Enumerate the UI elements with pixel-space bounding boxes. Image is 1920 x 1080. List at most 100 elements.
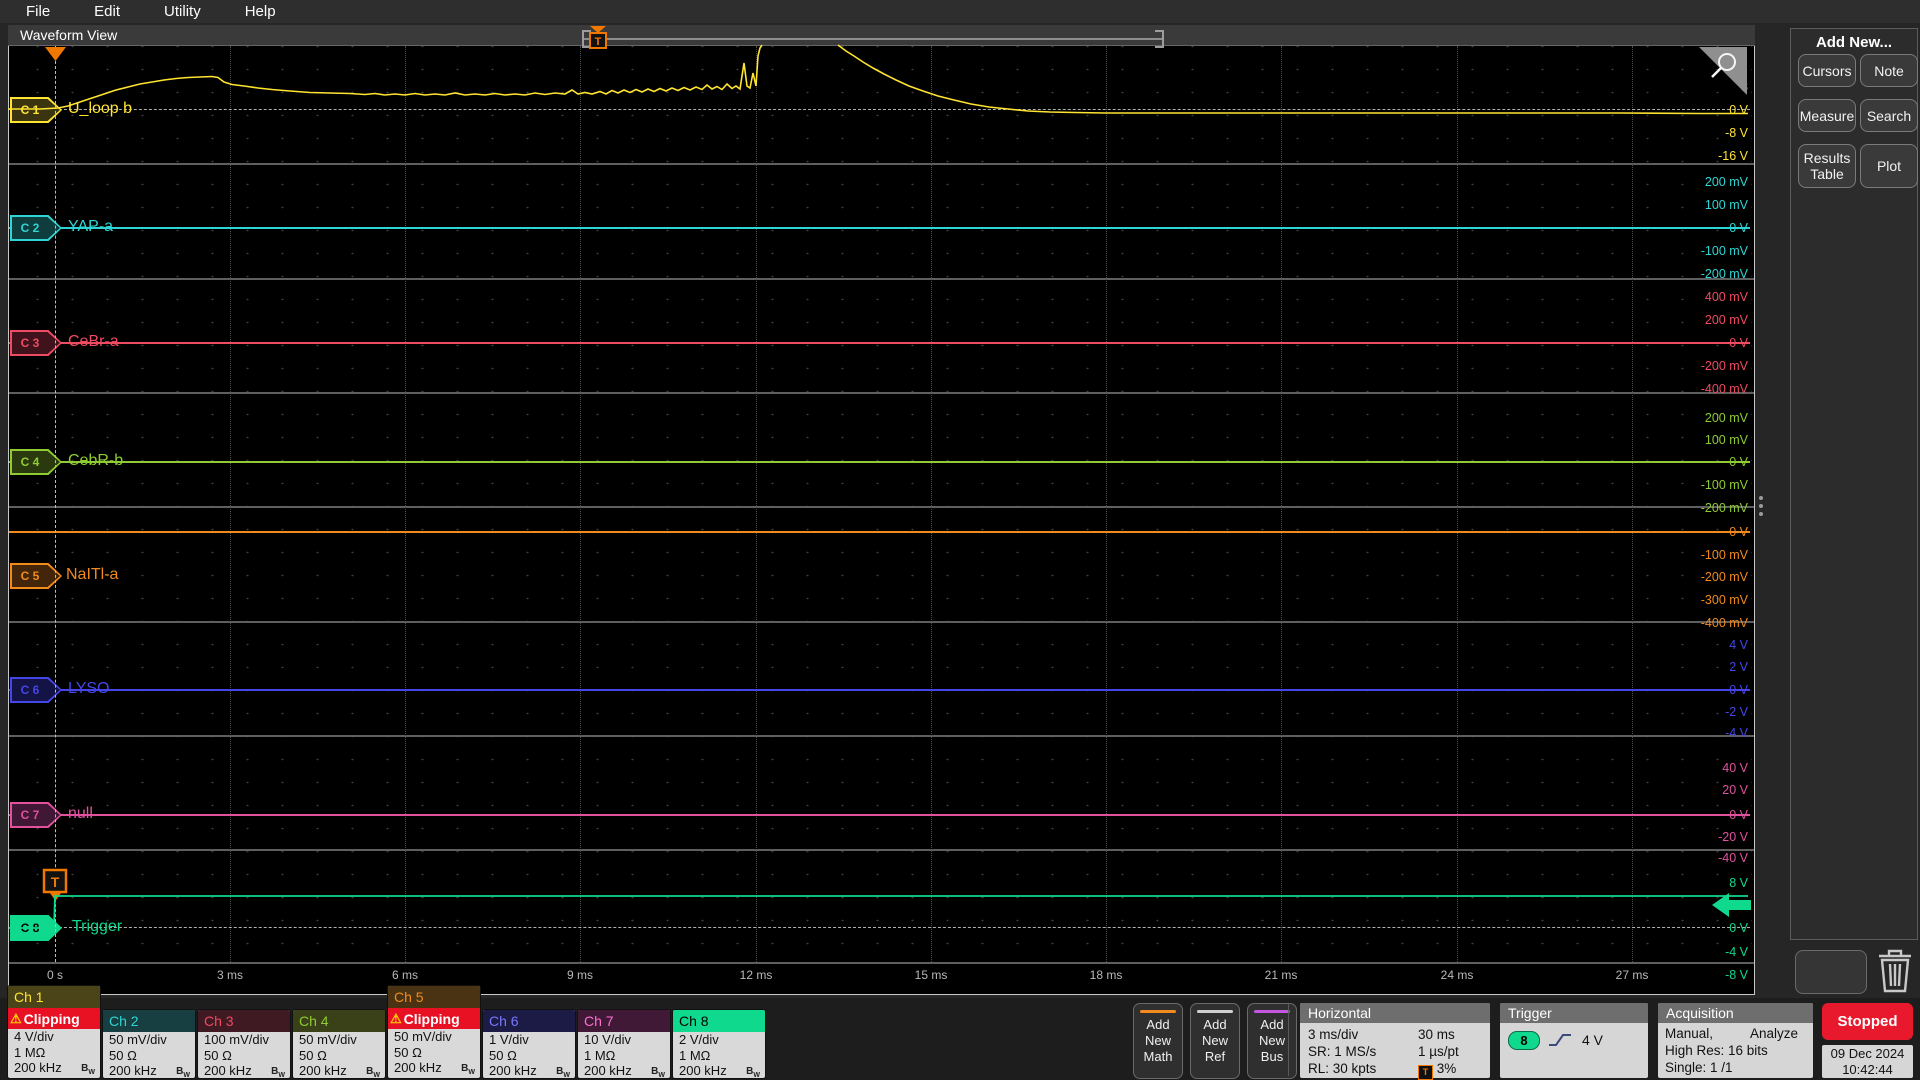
panel-resize-handle[interactable] [1759, 496, 1763, 516]
trash-icon[interactable] [1879, 951, 1911, 991]
trigger-panel-title: Trigger [1500, 1003, 1648, 1023]
datetime-display: 09 Dec 2024 10:42:44 [1822, 1045, 1913, 1078]
channel-badge-header: Ch 2 [103, 1010, 195, 1032]
channel-badge-setting: 50 Ω [198, 1048, 290, 1064]
oscilloscope-screen: FileEditUtilityHelp Waveform View 0 s3 m… [0, 0, 1920, 1080]
add-new-bus-button[interactable]: Add New Bus [1247, 1003, 1297, 1079]
channel-badge-header: Ch 1 [8, 986, 100, 1008]
button-accent-bar [1140, 1010, 1176, 1013]
channel-badge-ch1[interactable]: Ch 1⚠Clipping4 V/div1 MΩ200 kHzBW [8, 986, 100, 1078]
acquisition-single: Single: 1 /1 [1665, 1060, 1733, 1075]
channel-badge-ch2[interactable]: Ch 250 mV/div50 Ω200 kHzBW [103, 1010, 195, 1078]
horizontal-sample-rate: SR: 1 MS/s [1308, 1044, 1376, 1059]
bandwidth-limit-icon: BW [366, 1064, 380, 1078]
trigger-level-value: 4 V [1582, 1032, 1603, 1048]
channel-badge-setting: 1 MΩ [8, 1045, 100, 1061]
bandwidth-limit-icon: BW [461, 1061, 475, 1078]
channel-badge-setting: 10 V/div [578, 1032, 670, 1048]
sidebar-cursors-button[interactable]: Cursors [1798, 54, 1856, 87]
waveform-traces-svg: T T [0, 0, 1920, 1080]
channel-badge-setting: 200 kHzBW [483, 1063, 575, 1078]
warning-icon: ⚠ [390, 1011, 402, 1027]
sidebar-results-table-button[interactable]: Results Table [1798, 144, 1856, 188]
bottom-bar-divider [1288, 1004, 1289, 1076]
trigger-slope-rising-icon [1548, 1031, 1572, 1049]
acquisition-analyze: Analyze [1750, 1026, 1798, 1041]
channel-badge-header: Ch 5 [388, 986, 480, 1008]
horizontal-trigger-position: T 3% [1418, 1061, 1456, 1080]
bandwidth-limit-icon: BW [81, 1061, 95, 1078]
channel-badge-header: Ch 8 [673, 1010, 765, 1032]
channel-badge-setting: 200 kHzBW [673, 1063, 765, 1078]
acquisition-panel-title: Acquisition [1658, 1003, 1813, 1023]
ruler-trigger-marker-icon[interactable]: T [590, 26, 606, 48]
trace-c1 [838, 45, 1748, 114]
channel-badge-ch8[interactable]: Ch 82 V/div1 MΩ200 kHzBW [673, 1010, 765, 1078]
zoom-select-button[interactable] [1795, 950, 1867, 994]
bandwidth-limit-icon: BW [556, 1064, 570, 1078]
clipping-banner: ⚠Clipping [8, 1008, 100, 1029]
add-new-title: Add New... [1790, 34, 1918, 51]
channel-badge-ch6[interactable]: Ch 61 V/div50 Ω200 kHzBW [483, 1010, 575, 1078]
channel-badge-ch3[interactable]: Ch 3100 mV/div50 Ω200 kHzBW [198, 1010, 290, 1078]
channel-badge-ch5[interactable]: Ch 5⚠Clipping50 mV/div50 Ω200 kHzBW [388, 986, 480, 1078]
channel-badge-header: Ch 7 [578, 1010, 670, 1032]
bandwidth-limit-icon: BW [176, 1064, 190, 1078]
channel-badge-setting: 200 kHzBW [8, 1060, 100, 1076]
channel-badge-setting: 50 mV/div [293, 1032, 385, 1048]
date-text: 09 Dec 2024 [1822, 1046, 1913, 1062]
channel-badge-ch4[interactable]: Ch 450 mV/div50 Ω200 kHzBW [293, 1010, 385, 1078]
time-text: 10:42:44 [1822, 1062, 1913, 1078]
horizontal-record-length: RL: 30 kpts [1308, 1061, 1376, 1076]
bandwidth-limit-icon: BW [746, 1064, 760, 1078]
button-accent-bar [1197, 1010, 1233, 1013]
channel-badge-setting: 100 mV/div [198, 1032, 290, 1048]
channel-badge-setting: 4 V/div [8, 1029, 100, 1045]
horizontal-resolution: 1 µs/pt [1418, 1044, 1459, 1059]
channel-badge-setting: 1 MΩ [578, 1048, 670, 1064]
channel-badge-setting: 200 kHzBW [198, 1063, 290, 1078]
svg-text:T: T [595, 36, 602, 48]
add-new-ref-button[interactable]: Add New Ref [1190, 1003, 1240, 1079]
sidebar-measure-button[interactable]: Measure [1798, 99, 1856, 132]
warning-icon: ⚠ [10, 1011, 22, 1027]
trace-c8 [9, 896, 1748, 928]
slice-zoom-corner-icon[interactable] [1699, 47, 1747, 95]
horizontal-panel-title: Horizontal [1300, 1003, 1490, 1023]
channel-badge-setting: 1 MΩ [673, 1048, 765, 1064]
trigger-position-mini-icon: T [1418, 1065, 1433, 1080]
channel-badge-setting: 50 Ω [483, 1048, 575, 1064]
channel-badge-setting: 50 Ω [103, 1048, 195, 1064]
channel-badge-setting: 50 mV/div [103, 1032, 195, 1048]
channel-badge-setting: 200 kHzBW [293, 1063, 385, 1078]
bandwidth-limit-icon: BW [271, 1064, 285, 1078]
run-state-stopped-button[interactable]: Stopped [1822, 1003, 1913, 1040]
horizontal-scale: 3 ms/div [1308, 1027, 1358, 1042]
add-new-math-button[interactable]: Add New Math [1133, 1003, 1183, 1079]
channel-badge-setting: 200 kHzBW [578, 1063, 670, 1078]
channel-badge-setting: 2 V/div [673, 1032, 765, 1048]
bandwidth-limit-icon: BW [651, 1064, 665, 1078]
zoom-overview-ruler[interactable] [583, 31, 1163, 47]
acquisition-mode: Manual, [1665, 1026, 1713, 1041]
clipping-banner: ⚠Clipping [388, 1008, 480, 1029]
channel-badge-setting: 1 V/div [483, 1032, 575, 1048]
channel-badge-setting: 50 mV/div [388, 1029, 480, 1045]
sidebar-plot-button[interactable]: Plot [1860, 144, 1918, 188]
channel-badge-setting: 50 Ω [388, 1045, 480, 1061]
channel-badge-header: Ch 4 [293, 1010, 385, 1032]
trace-c1 [8, 45, 762, 109]
channel-badge-setting: 200 kHzBW [388, 1060, 480, 1076]
channel-badge-ch7[interactable]: Ch 710 V/div1 MΩ200 kHzBW [578, 1010, 670, 1078]
channel-badge-header: Ch 6 [483, 1010, 575, 1032]
acquisition-detail: High Res: 16 bits [1665, 1043, 1768, 1058]
svg-text:T: T [51, 874, 60, 890]
button-accent-bar [1254, 1010, 1290, 1013]
trigger-source-badge: 8 [1508, 1031, 1540, 1050]
channel-badge-setting: 50 Ω [293, 1048, 385, 1064]
trigger-position-triangle-icon[interactable] [45, 47, 66, 61]
sidebar-search-button[interactable]: Search [1860, 99, 1918, 132]
sidebar-note-button[interactable]: Note [1860, 54, 1918, 87]
channel-badge-setting: 200 kHzBW [103, 1063, 195, 1078]
horizontal-length: 30 ms [1418, 1027, 1455, 1042]
